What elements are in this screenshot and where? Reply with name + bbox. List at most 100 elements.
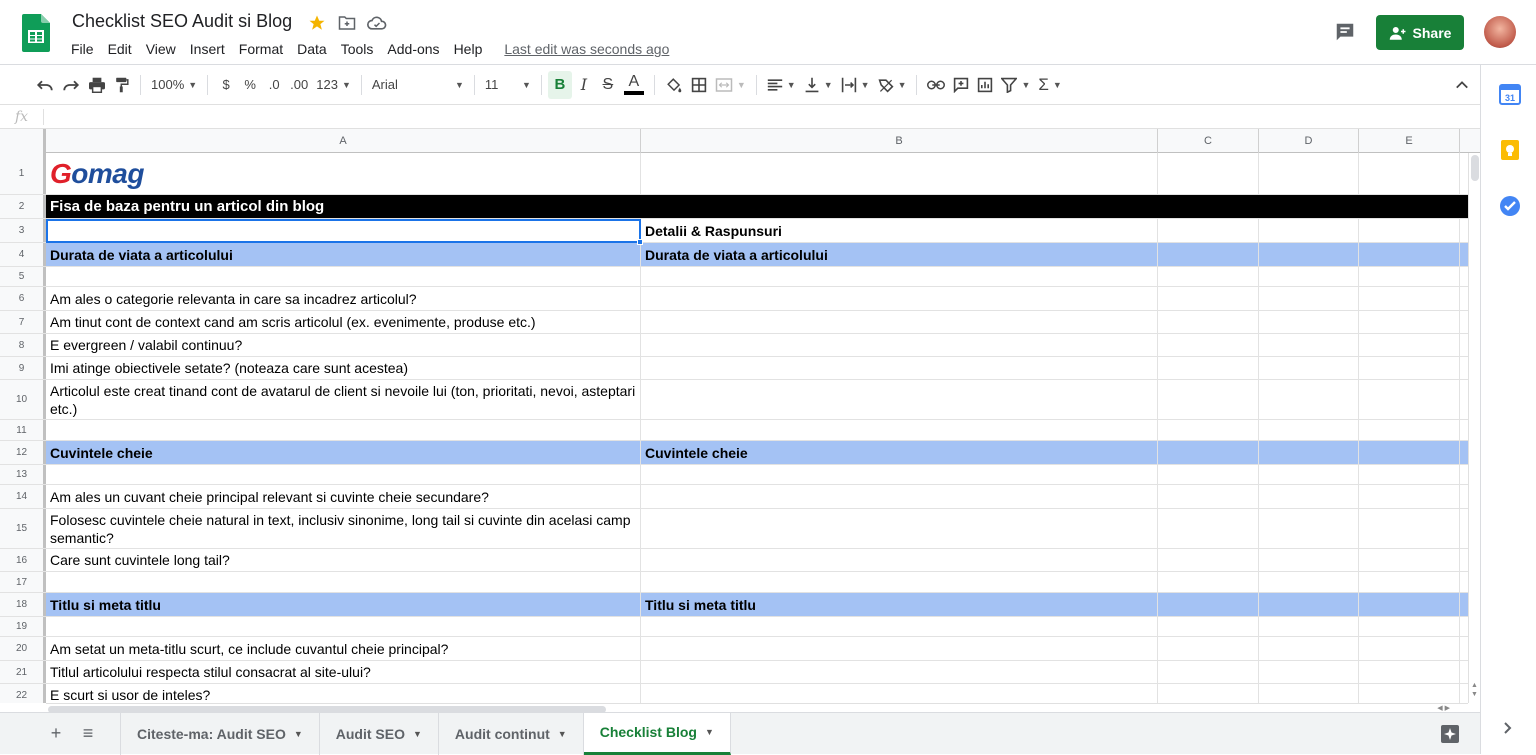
cell[interactable] [1259,661,1359,683]
row-header[interactable]: 14 [0,485,46,508]
row-header[interactable]: 18 [0,593,46,616]
menu-addons[interactable]: Add-ons [380,39,446,59]
cell[interactable] [46,219,641,242]
scroll-arrows-icon[interactable]: ▲ ▼ [1471,681,1478,699]
cell[interactable] [1460,617,1468,636]
cell[interactable] [1259,219,1359,242]
cell[interactable] [1359,380,1460,419]
sheet-tab-checklist-blog[interactable]: Checklist Blog ▼ [583,712,731,755]
cell[interactable]: Durata de viata a articolului [641,243,1158,266]
menu-tools[interactable]: Tools [334,39,381,59]
cell[interactable] [1359,195,1460,218]
cell[interactable] [1359,593,1460,616]
cell[interactable] [1158,334,1259,356]
text-rotation-button[interactable]: ▼ [874,71,911,99]
row-header[interactable]: 12 [0,441,46,464]
cell[interactable] [1259,357,1359,379]
cell[interactable] [641,195,1158,218]
sheet-tab-audit-seo[interactable]: Audit SEO ▼ [320,712,439,755]
cell[interactable] [1158,637,1259,660]
cell[interactable] [1158,219,1259,242]
text-wrapping-button[interactable]: ▼ [837,71,874,99]
star-icon[interactable] [306,13,328,33]
row-header[interactable]: 20 [0,637,46,660]
cell[interactable]: Am tinut cont de context cand am scris a… [46,311,641,333]
merge-cells-button[interactable]: ▼ [711,71,750,99]
column-header-a[interactable]: A [46,129,641,153]
chevron-right-icon[interactable] [1503,721,1513,735]
redo-button[interactable] [58,71,84,99]
cell[interactable] [1460,153,1468,194]
row-header[interactable]: 16 [0,549,46,571]
cell[interactable] [1259,441,1359,464]
cell[interactable] [1359,287,1460,310]
cell[interactable]: Titlu si meta titlu [46,593,641,616]
cell[interactable] [641,334,1158,356]
borders-button[interactable] [687,71,711,99]
cell[interactable] [1359,153,1460,194]
decrease-decimal-button[interactable]: .0 [262,71,286,99]
cell[interactable] [1259,243,1359,266]
cell[interactable] [1359,420,1460,440]
row-header[interactable]: 22 [0,684,46,703]
row-header[interactable]: 7 [0,311,46,333]
cell[interactable]: Durata de viata a articolului [46,243,641,266]
cell[interactable] [1158,593,1259,616]
cell[interactable]: Articolul este creat tinand cont de avat… [46,380,641,419]
cell[interactable] [1460,287,1468,310]
more-formats-button[interactable]: 123 ▼ [312,71,355,99]
vertical-scrollbar[interactable]: ▲ ▼ [1468,153,1480,703]
insert-comment-button[interactable] [949,71,973,99]
cell[interactable] [1359,684,1460,703]
cell[interactable]: Titlu si meta titlu [641,593,1158,616]
cell[interactable] [641,420,1158,440]
cell[interactable] [1158,357,1259,379]
cell[interactable] [1359,485,1460,508]
cell[interactable] [1259,287,1359,310]
cell[interactable]: Imi atinge obiectivele setate? (noteaza … [46,357,641,379]
cell[interactable] [1158,267,1259,286]
font-size-select[interactable]: 11 ▼ [481,71,535,99]
cell[interactable] [1158,661,1259,683]
cell[interactable] [1460,441,1468,464]
cell[interactable] [1259,509,1359,548]
cell[interactable] [1460,684,1468,703]
cell[interactable] [1259,572,1359,592]
cell[interactable] [1460,465,1468,484]
print-button[interactable] [84,71,110,99]
cell[interactable] [1460,243,1468,266]
last-edit-link[interactable]: Last edit was seconds ago [497,39,676,59]
collapse-menus-button[interactable] [1450,71,1474,99]
cell[interactable] [46,267,641,286]
all-sheets-button[interactable]: ≡ [72,718,104,750]
cell[interactable] [641,572,1158,592]
cell[interactable] [1158,465,1259,484]
sheet-tab-citeste-ma[interactable]: Citeste-ma: Audit SEO ▼ [120,712,320,755]
select-all-corner[interactable] [0,129,46,153]
italic-button[interactable]: I [572,71,596,99]
column-header-e[interactable]: E [1359,129,1460,153]
cell[interactable] [1460,357,1468,379]
cell[interactable] [1259,267,1359,286]
cell[interactable]: Care sunt cuvintele long tail? [46,549,641,571]
row-header[interactable]: 13 [0,465,46,484]
cell[interactable] [1259,380,1359,419]
cell[interactable] [1158,684,1259,703]
row-header[interactable]: 10 [0,380,46,419]
cell[interactable] [1460,485,1468,508]
cell[interactable] [1359,465,1460,484]
row-header[interactable]: 5 [0,267,46,286]
row-header[interactable]: 3 [0,219,46,242]
menu-insert[interactable]: Insert [183,39,232,59]
cell[interactable] [1259,617,1359,636]
cell[interactable]: Gomag [46,153,641,194]
zoom-select[interactable]: 100% ▼ [147,71,201,99]
format-currency-button[interactable]: $ [214,71,238,99]
cell[interactable] [1259,311,1359,333]
cell[interactable] [641,357,1158,379]
format-percent-button[interactable]: % [238,71,262,99]
cell[interactable] [1460,334,1468,356]
cell[interactable] [1359,243,1460,266]
cell[interactable] [1259,637,1359,660]
cell[interactable]: Am ales o categorie relevanta in care sa… [46,287,641,310]
